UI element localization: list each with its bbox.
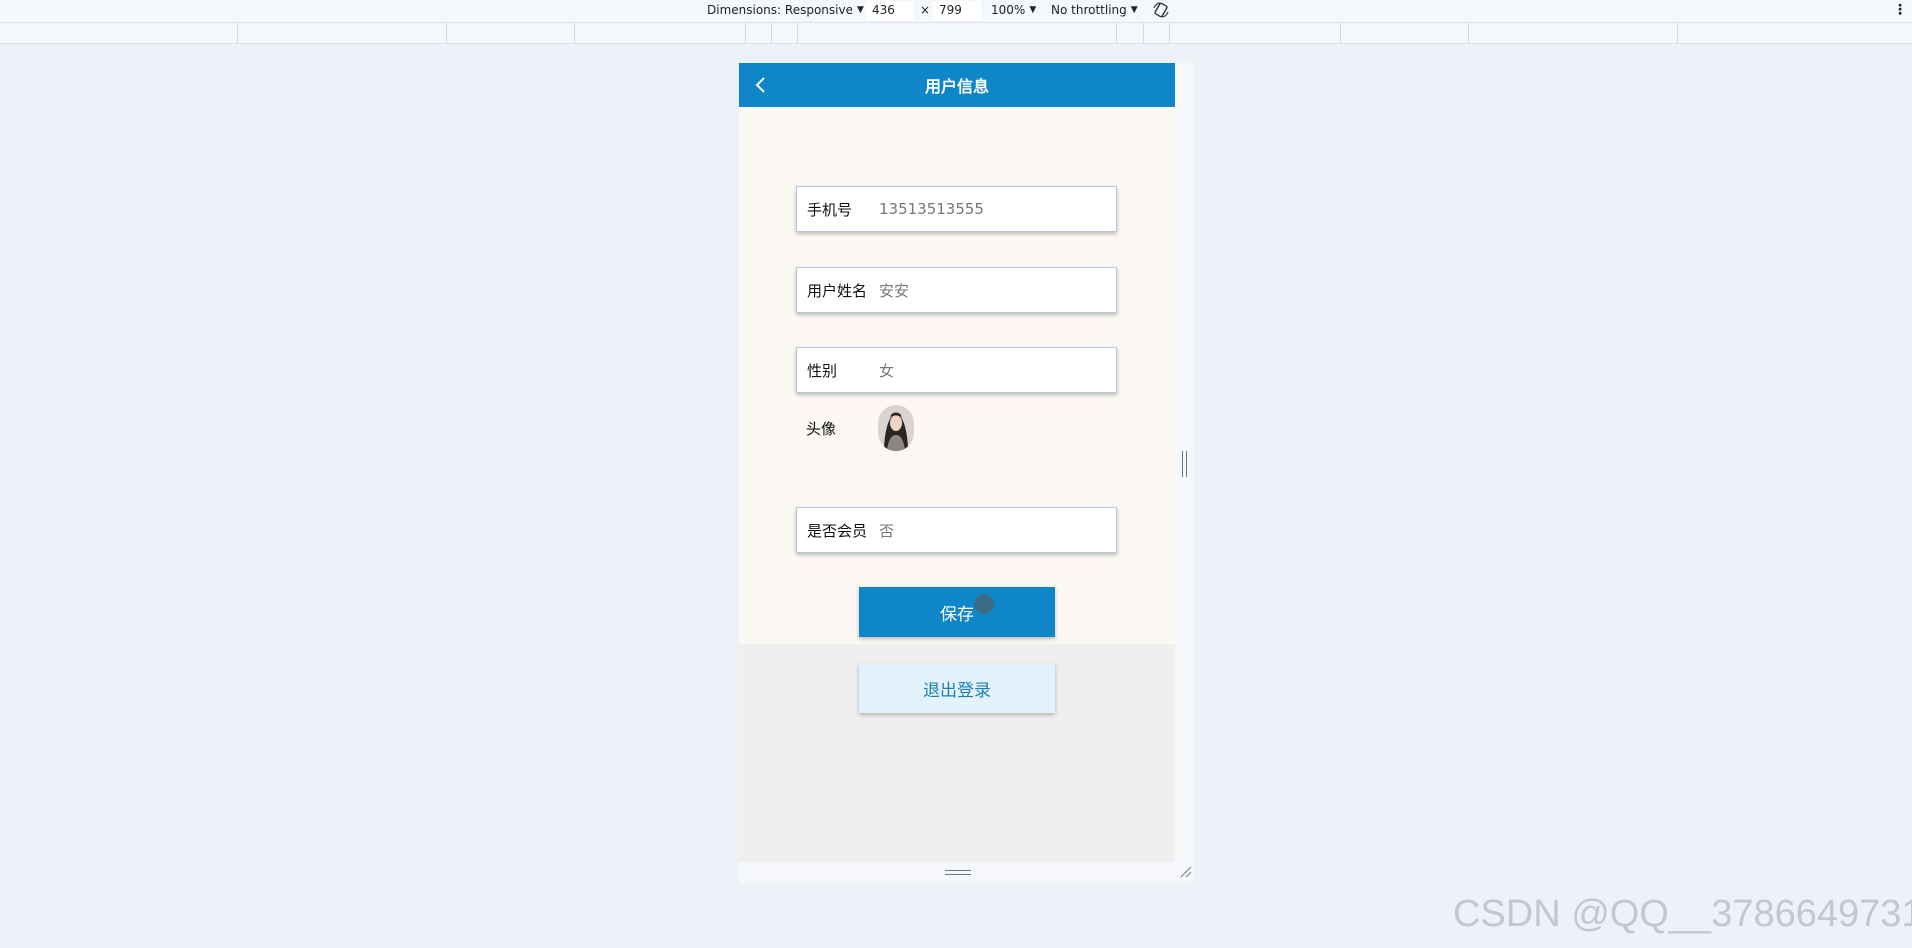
page-title: 用户信息 — [924, 77, 989, 96]
username-field[interactable]: 用户姓名 安安 — [796, 267, 1117, 313]
user-info-form: 手机号 13513513555 用户姓名 安安 性别 女 头像 是否会员 否 保… — [739, 107, 1175, 713]
back-arrow-icon[interactable] — [751, 75, 771, 95]
device-viewport: 用户信息 手机号 13513513555 用户姓名 安安 性别 女 头像 是否会… — [739, 63, 1175, 862]
dimensions-dropdown[interactable]: Dimensions: Responsive ▼ — [707, 3, 864, 17]
media-query-ruler — [0, 22, 1912, 44]
phone-field[interactable]: 手机号 13513513555 — [796, 186, 1117, 232]
phone-value[interactable]: 13513513555 — [879, 200, 984, 218]
member-value[interactable]: 否 — [879, 520, 894, 541]
gender-label: 性别 — [807, 361, 838, 380]
devtools-toolbar: Dimensions: Responsive ▼ 436 × 799 100% … — [0, 0, 1912, 22]
caret-down-icon: ▼ — [856, 5, 864, 15]
save-button[interactable]: 保存 — [859, 587, 1055, 637]
gender-value[interactable]: 女 — [879, 360, 894, 381]
resize-corner-icon[interactable] — [1180, 866, 1192, 878]
height-input[interactable]: 799 — [933, 1, 981, 20]
avatar-label: 头像 — [806, 419, 837, 438]
gender-field[interactable]: 性别 女 — [796, 347, 1117, 393]
zoom-label: 100% — [991, 3, 1026, 17]
throttling-label: No throttling — [1051, 3, 1127, 17]
dimensions-label: Dimensions: Responsive — [707, 3, 853, 17]
zoom-dropdown[interactable]: 100% ▼ — [991, 3, 1036, 17]
caret-down-icon: ▼ — [1130, 5, 1138, 15]
member-label: 是否会员 — [807, 521, 868, 540]
touch-cursor — [974, 594, 994, 614]
resize-handle-right[interactable] — [1182, 451, 1187, 477]
phone-label: 手机号 — [807, 200, 853, 219]
avatar[interactable] — [878, 405, 914, 451]
member-field[interactable]: 是否会员 否 — [796, 507, 1117, 553]
watermark: CSDN @QQ__3786649731 — [1453, 893, 1912, 935]
avatar-row: 头像 — [796, 403, 1117, 453]
logout-button[interactable]: 退出登录 — [859, 663, 1055, 713]
more-options-icon[interactable]: ⋮ — [1893, 2, 1907, 18]
rotate-icon[interactable] — [1151, 0, 1171, 20]
app-header: 用户信息 — [739, 63, 1175, 107]
caret-down-icon: ▼ — [1029, 5, 1037, 15]
username-label: 用户姓名 — [807, 281, 868, 300]
resize-handle-bottom[interactable] — [945, 870, 971, 875]
throttling-dropdown[interactable]: No throttling ▼ — [1051, 3, 1138, 17]
times-separator: × — [920, 3, 931, 17]
username-value[interactable]: 安安 — [879, 280, 909, 301]
width-input[interactable]: 436 — [866, 1, 914, 20]
